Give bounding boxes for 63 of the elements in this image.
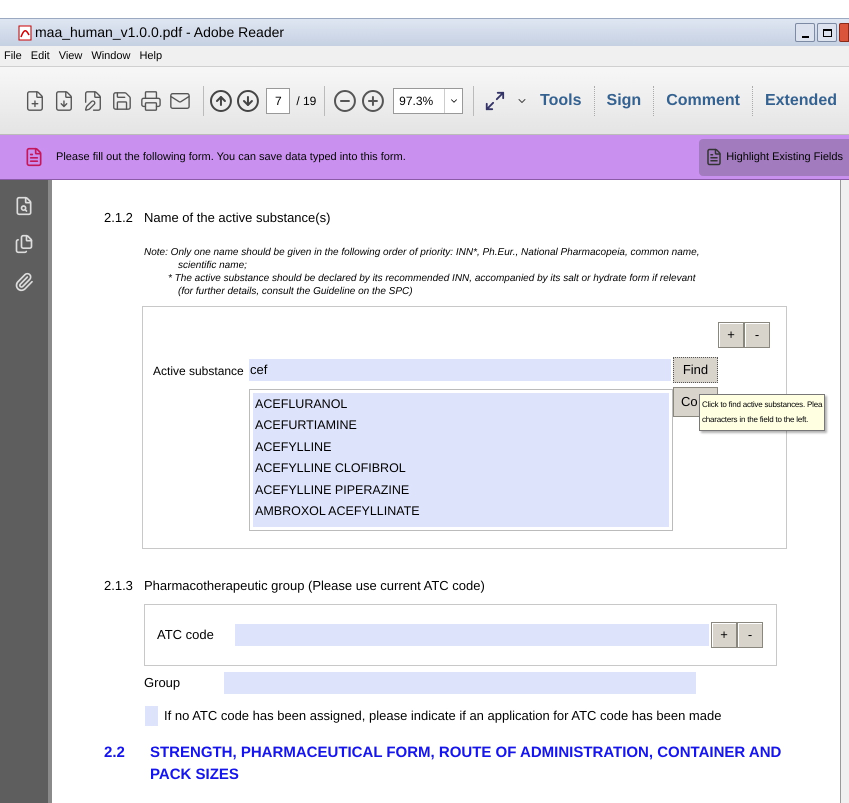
highlight-icon [705, 148, 724, 166]
zoom-in-icon[interactable] [361, 88, 386, 112]
paperclip-icon[interactable] [14, 272, 34, 292]
substance-field[interactable]: cef [249, 358, 671, 380]
add-button[interactable]: + [718, 322, 744, 348]
zoom-dropdown[interactable]: 97.3% [393, 88, 464, 114]
zoom-out-icon[interactable] [333, 88, 358, 112]
pane-link[interactable]: Comment [654, 88, 752, 112]
page-number-field[interactable]: 7 [266, 88, 290, 114]
atc-code-field[interactable] [235, 624, 709, 646]
note-line: Note: Only one name should be given in the following order of priority: INN*, Ph.Eur., National Pharmacopeia, common name, [144, 246, 700, 258]
maximize-button[interactable] [817, 23, 837, 42]
next-page-icon[interactable] [236, 88, 260, 112]
add-button[interactable]: + [711, 622, 737, 648]
menu-item[interactable]: Help [139, 48, 162, 64]
note-line: * The active substance should be declared by its recommended INN, accompanied by its salt or hydrate form if relevant [168, 272, 697, 284]
pane-link[interactable]: Extended [752, 88, 849, 112]
section-heading: STRENGTH, PHARMACEUTICAL FORM, ROUTE OF ADMINISTRATION, CONTAINER AND PACK SIZES [150, 743, 782, 785]
section-number: 2.1.3 [104, 576, 134, 594]
checkbox[interactable] [145, 706, 158, 726]
group-field[interactable] [224, 672, 696, 694]
window-title: maa_human_v1.0.0.pdf - Adobe Reader [35, 23, 284, 42]
result-item[interactable]: ACEFLURANOL [255, 394, 669, 415]
previous-page-icon[interactable] [208, 88, 232, 112]
create-file-icon[interactable] [24, 90, 46, 112]
pane-link[interactable]: Tools [528, 88, 594, 112]
pane-link[interactable]: Sign [594, 88, 654, 112]
field-label: Group [144, 674, 182, 692]
highlight-fields-button[interactable]: Highlight Existing Fields [699, 138, 849, 176]
results-list[interactable]: ACEFLURANOL ACEFURTIAMINE ACEFYLLINE ACEFYLLINE CLOFIBROL ACEFYLLINE PIPERAZINE AMBROXOL ACEFYLLINATE [249, 388, 673, 530]
remove-button[interactable]: - [737, 622, 763, 648]
remove-button[interactable]: - [744, 322, 770, 348]
note-line: (for further details, consult the Guideline on the SPC) [178, 284, 414, 298]
menu-item[interactable]: View [58, 48, 82, 64]
minimize-button[interactable] [795, 23, 815, 42]
tooltip-line: characters in the field to the left. [702, 414, 808, 426]
scrollbar[interactable] [840, 180, 849, 803]
save-icon[interactable] [110, 90, 133, 112]
fit-page-icon[interactable] [484, 90, 506, 112]
form-message: Please fill out the following form. You can save data typed into this form. [56, 150, 406, 165]
result-item[interactable]: ACEFYLLINE [255, 436, 669, 458]
field-label: ATC code [157, 626, 215, 644]
menu-item[interactable]: File [4, 48, 22, 64]
checkbox-label: If no ATC code has been assigned, please indicate if an application for ATC code has been made [164, 707, 722, 726]
note-line: scientific name; [178, 258, 248, 272]
page-count: / 19 [296, 92, 316, 110]
result-item[interactable]: ACEFYLLINE PIPERAZINE [255, 480, 669, 501]
result-item[interactable]: ACEFURTIAMINE [255, 415, 669, 436]
print-icon[interactable] [140, 90, 162, 112]
section-number: 2.1.2 [104, 209, 134, 227]
pages-icon[interactable] [14, 234, 34, 254]
section-title: Name of the active substance(s) [144, 209, 330, 227]
menu-item[interactable]: Edit [30, 48, 50, 64]
pdf-icon [18, 24, 32, 40]
page-thumbnails-icon[interactable] [14, 196, 34, 216]
result-item[interactable]: ACEFYLLINE CLOFIBROL [255, 458, 669, 480]
result-item[interactable]: AMBROXOL ACEFYLLINATE [255, 501, 669, 522]
field-label: Active substance [153, 362, 244, 380]
section-title: Pharmacotherapeutic group (Please use current ATC code) [144, 576, 485, 595]
find-button[interactable]: Find [673, 356, 718, 382]
menu-item[interactable]: Window [91, 48, 130, 64]
section-number: 2.2 [104, 743, 126, 763]
form-icon [24, 147, 44, 167]
